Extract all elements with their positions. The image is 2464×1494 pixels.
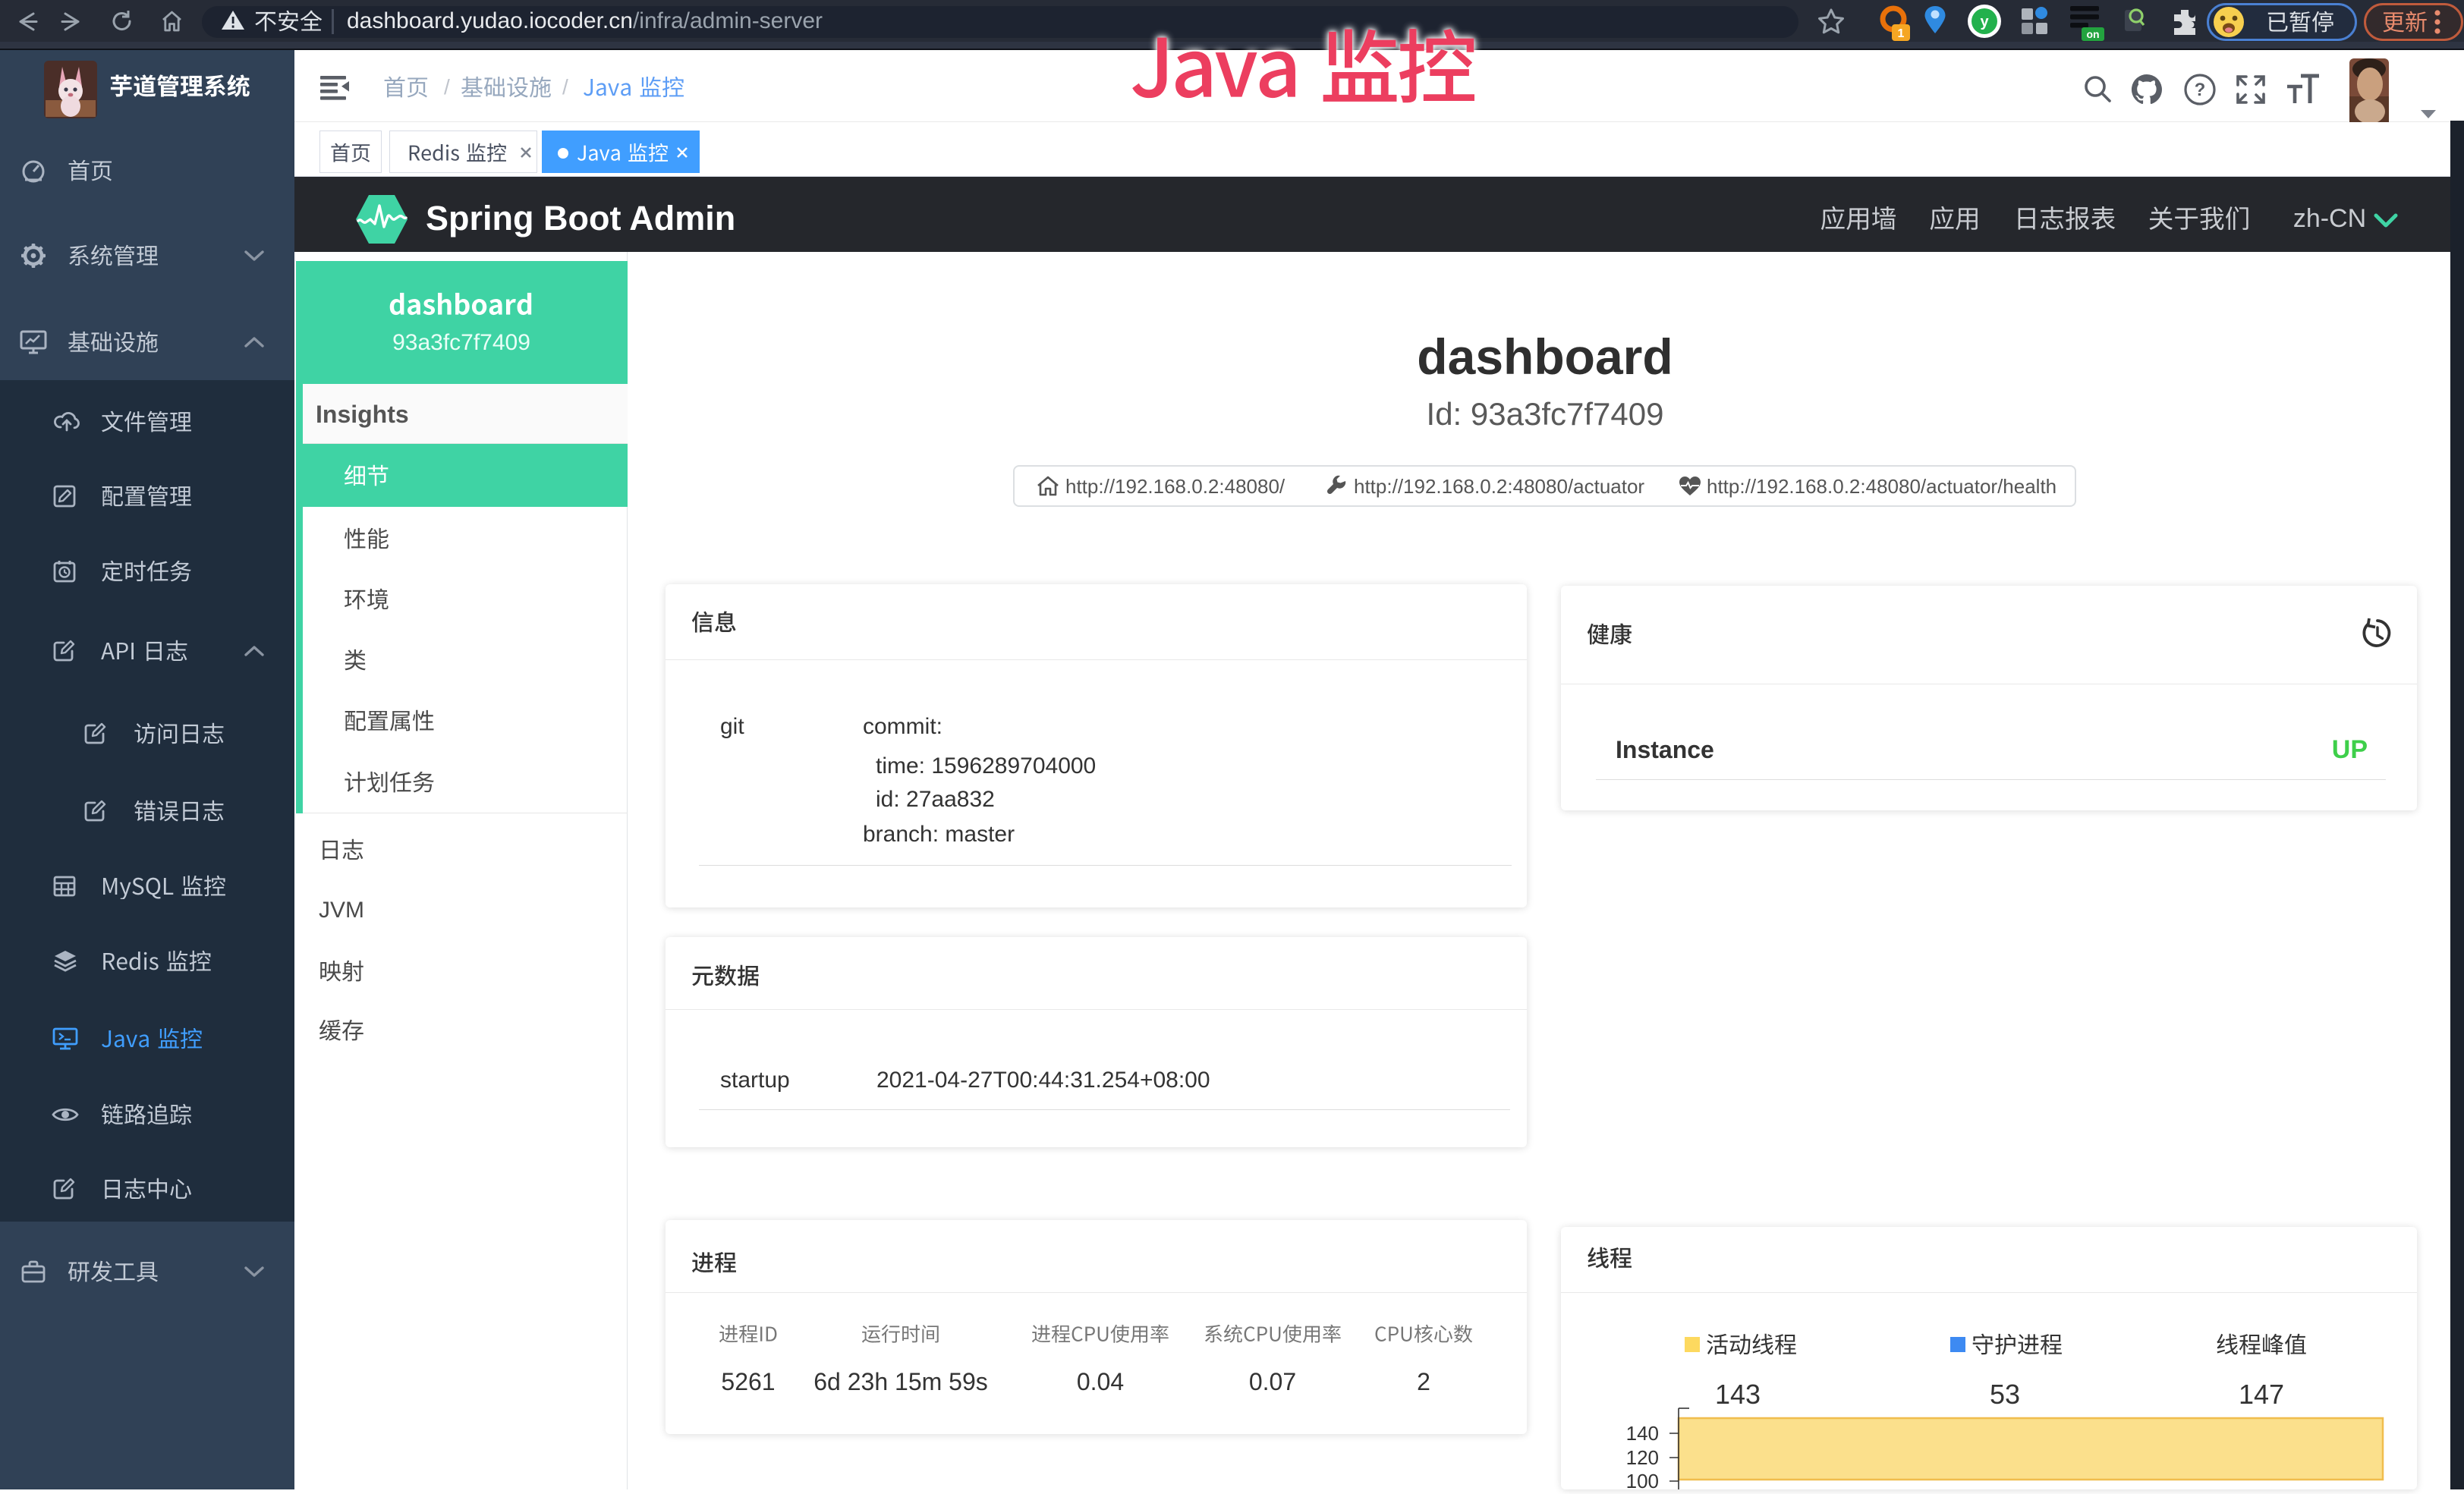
svg-text:?: ? <box>2195 80 2206 100</box>
svg-text:on: on <box>2086 28 2099 40</box>
svg-text:y: y <box>1980 14 1989 30</box>
svg-text:1: 1 <box>1898 27 1905 40</box>
